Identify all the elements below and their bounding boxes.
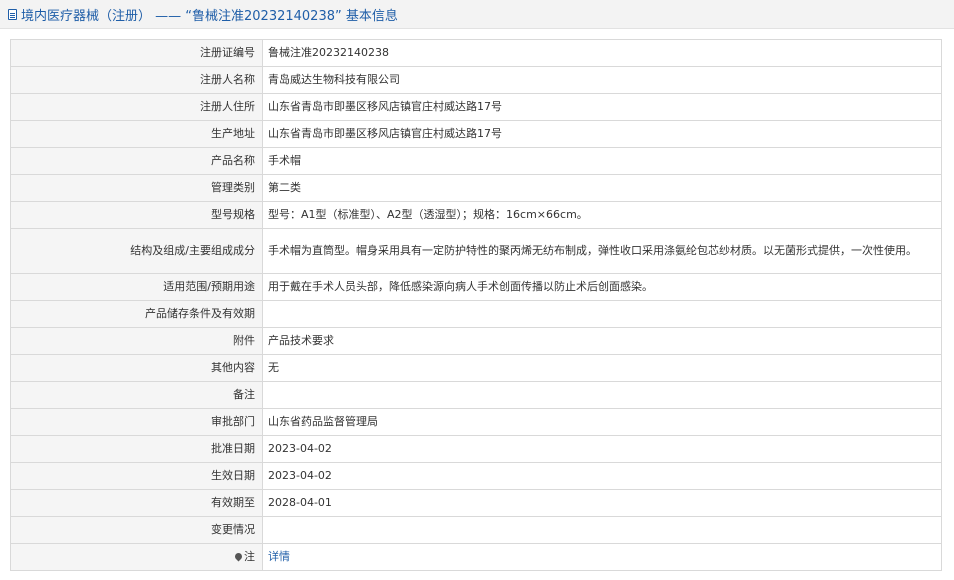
- table-row: 附件 产品技术要求: [10, 327, 942, 355]
- table-row: 变更情况: [10, 516, 942, 544]
- table-row: 注册人名称 青岛威达生物科技有限公司: [10, 66, 942, 94]
- table-row: 生效日期 2023-04-02: [10, 462, 942, 490]
- table-row: 管理类别 第二类: [10, 174, 942, 202]
- row-label: 生效日期: [10, 462, 263, 490]
- row-value: [262, 516, 942, 544]
- table-row: 有效期至 2028-04-01: [10, 489, 942, 517]
- row-label: 结构及组成/主要组成成分: [10, 228, 263, 274]
- table-row: 注册证编号 鲁械注准20232140238: [10, 39, 942, 67]
- row-value: 青岛威达生物科技有限公司: [262, 66, 942, 94]
- table-row: 批准日期 2023-04-02: [10, 435, 942, 463]
- row-label: 有效期至: [10, 489, 263, 517]
- row-label: 附件: [10, 327, 263, 355]
- row-label: 审批部门: [10, 408, 263, 436]
- table-row: 结构及组成/主要组成成分 手术帽为直筒型。帽身采用具有一定防护特性的聚丙烯无纺布制…: [10, 228, 942, 274]
- row-label: 适用范围/预期用途: [10, 273, 263, 301]
- row-label: 备注: [10, 381, 263, 409]
- info-table-body: 注册证编号 鲁械注准20232140238 注册人名称 青岛威达生物科技有限公司 注册人…: [10, 39, 942, 571]
- table-row: 型号规格 型号：A1型（标准型）、A2型（透湿型）；规格：16cm×66cm。: [10, 201, 942, 229]
- row-value: 手术帽为直筒型。帽身采用具有一定防护特性的聚丙烯无纺布制成，弹性收口采用涤氨纶包…: [262, 228, 942, 274]
- table-row: 注册人住所 山东省青岛市即墨区移风店镇官庄村威达路17号: [10, 93, 942, 121]
- row-label: 批准日期: [10, 435, 263, 463]
- table-row: 其他内容无: [10, 354, 942, 382]
- row-value: 2023-04-02: [262, 462, 942, 490]
- note-value-cell: 详情: [262, 543, 942, 571]
- table-row: 备注: [10, 381, 942, 409]
- row-value: 用于戴在手术人员头部，降低感染源向病人手术创面传播以防止术后创面感染。: [262, 273, 942, 301]
- table-row: 产品名称 手术帽: [10, 147, 942, 175]
- page-title: 境内医疗器械（注册） —— “鲁械注准20232140238” 基本信息: [21, 8, 398, 24]
- details-link[interactable]: 详情: [268, 550, 290, 563]
- table-row: 产品储存条件及有效期: [10, 300, 942, 328]
- note-label-cell: 注: [10, 543, 263, 571]
- row-value: 山东省药品监督管理局: [262, 408, 942, 436]
- row-label: 其他内容: [10, 354, 263, 382]
- table-row-note: 注详情: [10, 543, 942, 571]
- info-table: 注册证编号 鲁械注准20232140238 注册人名称 青岛威达生物科技有限公司 注册人…: [10, 39, 942, 571]
- row-value: 第二类: [262, 174, 942, 202]
- row-label: 管理类别: [10, 174, 263, 202]
- row-label: 型号规格: [10, 201, 263, 229]
- row-label: 注册证编号: [10, 39, 263, 67]
- document-icon: [8, 8, 17, 20]
- info-table-container: 注册证编号 鲁械注准20232140238 注册人名称 青岛威达生物科技有限公司 注册人…: [10, 39, 942, 571]
- table-row: 生产地址 山东省青岛市即墨区移风店镇官庄村威达路17号: [10, 120, 942, 148]
- row-value: 2028-04-01: [262, 489, 942, 517]
- row-label: 产品储存条件及有效期: [10, 300, 263, 328]
- row-label: 产品名称: [10, 147, 263, 175]
- row-value: 型号：A1型（标准型）、A2型（透湿型）；规格：16cm×66cm。: [262, 201, 942, 229]
- pin-icon: [233, 551, 244, 562]
- row-value: [262, 381, 942, 409]
- row-value: [262, 300, 942, 328]
- row-label: 变更情况: [10, 516, 263, 544]
- row-value: 山东省青岛市即墨区移风店镇官庄村威达路17号: [262, 93, 942, 121]
- page-header: 境内医疗器械（注册） —— “鲁械注准20232140238” 基本信息: [0, 0, 954, 29]
- row-label: 生产地址: [10, 120, 263, 148]
- row-label: 注册人住所: [10, 93, 263, 121]
- row-value: 产品技术要求: [262, 327, 942, 355]
- table-row: 适用范围/预期用途 用于戴在手术人员头部，降低感染源向病人手术创面传播以防止术后创…: [10, 273, 942, 301]
- note-label: 注: [244, 550, 255, 563]
- row-label: 注册人名称: [10, 66, 263, 94]
- row-value: 山东省青岛市即墨区移风店镇官庄村威达路17号: [262, 120, 942, 148]
- row-value: 2023-04-02: [262, 435, 942, 463]
- row-value: 鲁械注准20232140238: [262, 39, 942, 67]
- row-value: 手术帽: [262, 147, 942, 175]
- row-value: 无: [262, 354, 942, 382]
- table-row: 审批部门 山东省药品监督管理局: [10, 408, 942, 436]
